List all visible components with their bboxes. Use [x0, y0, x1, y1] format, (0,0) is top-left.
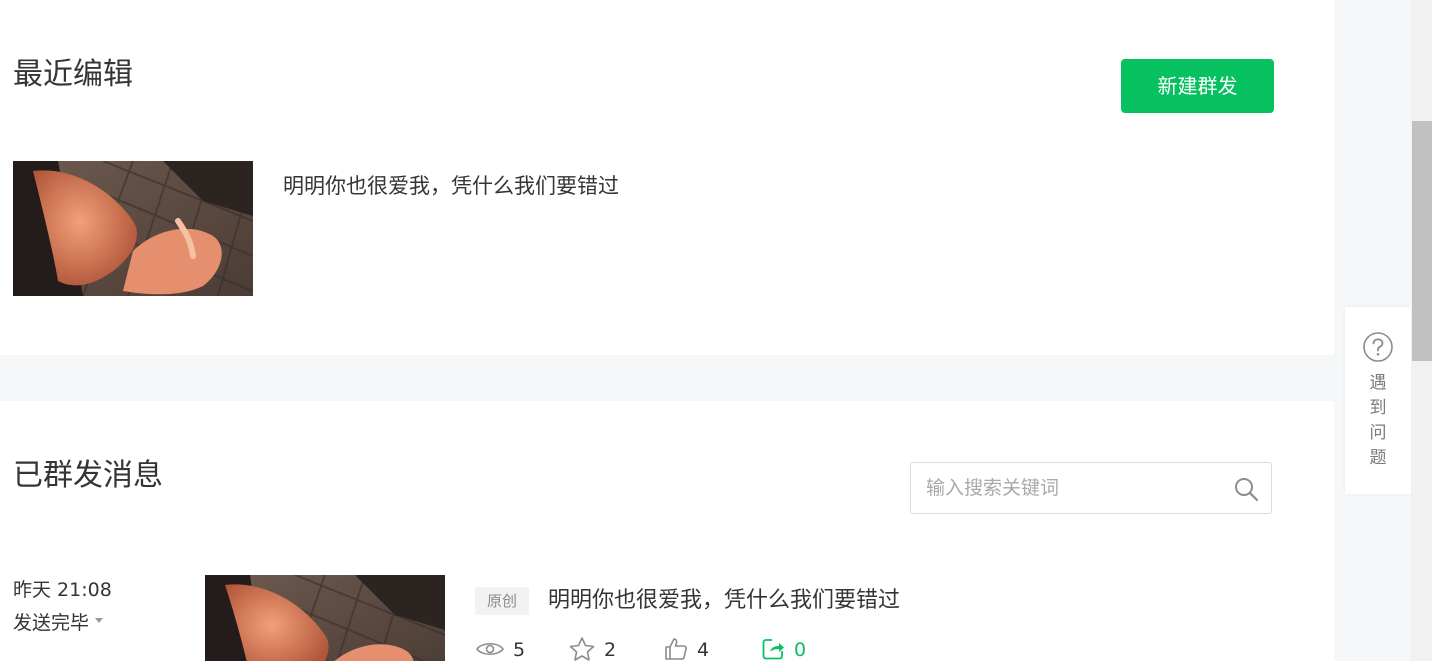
help-label-char: 遇 — [1369, 373, 1387, 393]
star-icon — [569, 636, 595, 661]
message-status-dropdown[interactable]: 发送完毕 — [13, 610, 104, 636]
like-count-stat: 4 — [663, 637, 709, 661]
new-broadcast-button[interactable]: 新建群发 — [1121, 59, 1274, 113]
read-count-stat: 5 — [475, 637, 525, 661]
search-icon[interactable] — [1233, 476, 1259, 502]
page: 最近编辑 新建群发 明明你也很爱我，凭什么我们要错过 已群发消息 输入搜索关键词… — [0, 0, 1432, 661]
favorite-count: 2 — [604, 639, 617, 661]
sent-article-title[interactable]: 明明你也很爱我，凭什么我们要错过 — [548, 584, 900, 618]
share-count-stat: 0 — [760, 637, 806, 661]
share-count: 0 — [794, 639, 807, 661]
sent-article-thumbnail[interactable] — [205, 575, 445, 661]
scrollbar-thumb[interactable] — [1412, 121, 1432, 361]
help-label-char: 问 — [1369, 423, 1387, 443]
original-badge: 原创 — [475, 587, 529, 615]
read-count: 5 — [513, 639, 526, 661]
share-icon — [762, 638, 784, 659]
question-circle-icon — [1363, 332, 1393, 362]
hands-photo — [205, 575, 445, 661]
eye-icon — [476, 642, 504, 655]
thumbs-up-icon — [665, 637, 687, 660]
help-label: 遇 到 问 题 — [1345, 371, 1411, 471]
sent-messages-title: 已群发消息 — [13, 458, 163, 493]
help-label-char: 到 — [1369, 398, 1387, 418]
sent-messages-card: 已群发消息 昨天 21:08 发送完毕 — [0, 401, 1334, 661]
recent-edits-title: 最近编辑 — [13, 57, 133, 92]
search-box — [910, 462, 1272, 514]
search-input[interactable] — [911, 463, 1221, 513]
caret-down-icon — [95, 618, 104, 623]
message-status-label: 发送完毕 — [13, 612, 90, 634]
recent-article-thumbnail[interactable] — [13, 161, 253, 296]
like-count: 4 — [697, 639, 710, 661]
message-time: 昨天 21:08 — [13, 579, 112, 601]
favorite-count-stat: 2 — [568, 636, 617, 661]
help-panel[interactable]: 遇 到 问 题 — [1345, 307, 1411, 494]
help-label-char: 题 — [1369, 448, 1387, 468]
recent-article-title[interactable]: 明明你也很爱我，凭什么我们要错过 — [283, 170, 619, 202]
hands-photo — [13, 161, 253, 296]
recent-edits-card: 最近编辑 新建群发 明明你也很爱我，凭什么我们要错过 — [0, 0, 1334, 355]
